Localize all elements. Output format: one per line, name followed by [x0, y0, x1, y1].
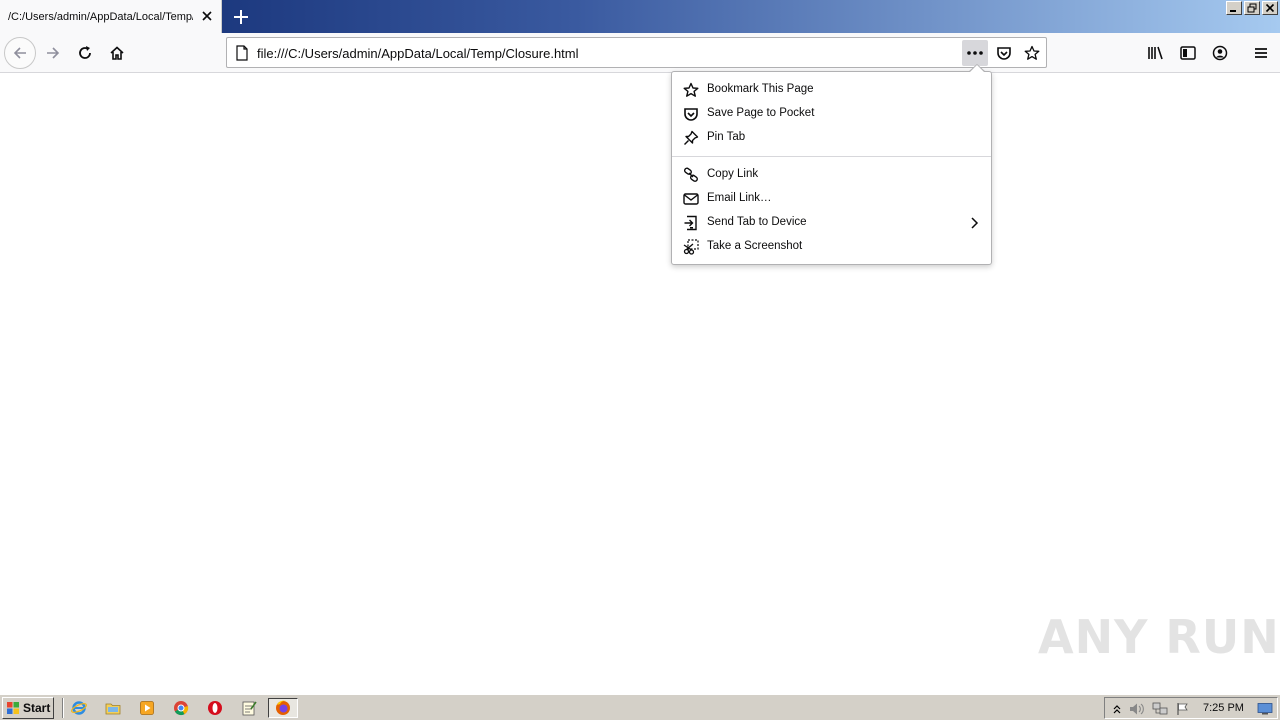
sidebar-button[interactable] [1172, 37, 1204, 69]
media-player-launcher[interactable] [136, 698, 158, 718]
notepad-launcher[interactable] [238, 698, 260, 718]
menu-item-label: Copy Link [707, 168, 759, 180]
speaker-icon [1130, 703, 1144, 715]
folder-icon [105, 703, 121, 715]
menu-item-send-tab-to-device[interactable]: Send Tab to Device [672, 211, 991, 235]
menu-item-label: Pin Tab [707, 131, 746, 143]
pocket-icon [683, 106, 699, 122]
sidebar-icon [1180, 46, 1196, 60]
firefox-taskbar-button[interactable] [268, 698, 298, 718]
internet-explorer-launcher[interactable] [68, 698, 90, 718]
system-tray: 7:25 PM [1104, 697, 1278, 719]
tab-title: /C:/Users/admin/AppData/Local/Temp/Closu… [8, 10, 193, 23]
opera-launcher[interactable] [204, 698, 226, 718]
restore-icon [1247, 3, 1257, 13]
url-bar[interactable]: file:///C:/Users/admin/AppData/Local/Tem… [226, 37, 1047, 68]
ie-icon [71, 701, 87, 715]
navigation-toolbar: file:///C:/Users/admin/AppData/Local/Tem… [0, 33, 1280, 73]
firefox-icon [276, 700, 290, 715]
back-button[interactable] [4, 37, 36, 69]
chevron-up-icon [1113, 705, 1121, 714]
reload-icon [79, 46, 91, 59]
menu-item-copy-link[interactable]: Copy Link [672, 163, 991, 187]
reload-button[interactable] [69, 37, 101, 69]
show-desktop-button[interactable] [1257, 701, 1273, 717]
taskbar-divider [62, 698, 64, 718]
minimize-icon [1230, 10, 1236, 12]
network-icon [1152, 702, 1168, 715]
tab-strip: /C:/Users/admin/AppData/Local/Temp/Closu… [0, 0, 1280, 33]
menu-item-email-link[interactable]: Email Link… [672, 187, 991, 211]
monitor-icon [1257, 703, 1273, 715]
network-tray-button[interactable] [1152, 701, 1168, 717]
start-label: Start [23, 701, 51, 715]
restore-button[interactable] [1244, 1, 1260, 15]
panel-arrow [968, 64, 986, 73]
send-tab-icon [683, 215, 699, 231]
close-icon [1265, 3, 1275, 13]
browser-tab[interactable]: /C:/Users/admin/AppData/Local/Temp/Closu… [0, 0, 222, 33]
menu-item-bookmark-page[interactable]: Bookmark This Page [672, 78, 991, 102]
menu-item-label: Email Link… [707, 192, 772, 204]
menu-separator [672, 156, 991, 157]
pocket-button[interactable] [991, 40, 1017, 66]
taskbar: Start 7:25 PM [0, 694, 1280, 720]
menu-item-take-screenshot[interactable]: Take a Screenshot [672, 235, 991, 259]
menu-item-label: Save Page to Pocket [707, 107, 815, 119]
show-hidden-icons-button[interactable] [1109, 701, 1125, 717]
back-arrow-icon [13, 47, 26, 59]
menu-item-save-to-pocket[interactable]: Save Page to Pocket [672, 102, 991, 126]
page-icon [235, 45, 249, 64]
mail-icon [683, 191, 699, 207]
close-tab-icon[interactable] [200, 9, 214, 23]
close-window-button[interactable] [1262, 1, 1278, 15]
forward-arrow-icon [47, 47, 60, 59]
star-icon [1024, 45, 1040, 60]
bookmark-star-button[interactable] [1019, 40, 1045, 66]
menu-item-label: Send Tab to Device [707, 216, 807, 228]
page-action-menu: Bookmark This Page Save Page to Pocket P… [671, 64, 992, 265]
forward-button[interactable] [37, 37, 69, 69]
anyrun-watermark: ANY RUN [1038, 610, 1280, 664]
start-button[interactable]: Start [2, 697, 54, 719]
menu-item-label: Bookmark This Page [707, 83, 814, 95]
pin-icon [683, 130, 699, 146]
hamburger-icon [1255, 48, 1267, 58]
star-icon [683, 82, 699, 98]
screenshot-icon [683, 239, 699, 255]
main-menu-button[interactable] [1245, 37, 1277, 69]
chrome-icon [174, 701, 189, 716]
page-actions-button[interactable] [962, 40, 988, 66]
home-button[interactable] [101, 37, 133, 69]
windows-logo-icon [7, 702, 19, 714]
minimize-button[interactable] [1226, 1, 1242, 15]
page-content [0, 74, 1280, 691]
pocket-icon [997, 47, 1011, 60]
notepad-icon [242, 701, 257, 716]
library-button[interactable] [1140, 37, 1172, 69]
link-icon [683, 167, 699, 183]
more-dots-icon [967, 51, 983, 55]
account-button[interactable] [1204, 37, 1236, 69]
chrome-launcher[interactable] [170, 698, 192, 718]
taskbar-clock[interactable]: 7:25 PM [1203, 702, 1244, 714]
chevron-right-icon [969, 216, 979, 233]
menu-item-pin-tab[interactable]: Pin Tab [672, 126, 991, 150]
flag-icon [1177, 703, 1188, 715]
action-center-button[interactable] [1175, 701, 1191, 717]
account-icon [1212, 45, 1228, 61]
library-icon [1148, 46, 1163, 60]
url-text[interactable]: file:///C:/Users/admin/AppData/Local/Tem… [257, 46, 579, 61]
home-icon [110, 46, 124, 60]
new-tab-button[interactable] [230, 6, 252, 28]
volume-tray-button[interactable] [1129, 701, 1145, 717]
explorer-launcher[interactable] [102, 698, 124, 718]
menu-item-label: Take a Screenshot [707, 240, 803, 252]
media-player-icon [140, 701, 154, 715]
window-controls [1226, 1, 1278, 15]
opera-icon [208, 701, 222, 715]
